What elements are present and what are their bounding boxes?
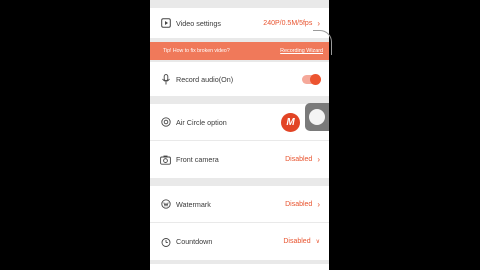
video-icon bbox=[160, 18, 171, 29]
record-audio-label: Record audio(On) bbox=[176, 74, 234, 84]
front-camera-row[interactable]: Front camera Disabled › bbox=[150, 141, 329, 178]
countdown-row[interactable]: Countdown Disabled ∨ bbox=[150, 223, 329, 260]
front-camera-value: Disabled bbox=[285, 156, 313, 163]
chevron-down-icon: ∨ bbox=[315, 239, 320, 245]
tip-text: Tip! How to fix broken video? bbox=[163, 48, 230, 54]
chevron-right-icon: › bbox=[317, 199, 320, 209]
countdown-value: Disabled bbox=[283, 238, 311, 245]
countdown-label: Countdown bbox=[176, 237, 213, 246]
chevron-right-icon: › bbox=[317, 155, 320, 164]
next-row-partial bbox=[150, 264, 329, 270]
floating-bubble-icon bbox=[309, 109, 325, 125]
video-settings-label: Video settings bbox=[176, 18, 222, 28]
timer-icon bbox=[160, 236, 171, 247]
watermark-value: Disabled bbox=[285, 200, 313, 208]
watermark-icon bbox=[160, 199, 171, 210]
air-circle-row[interactable]: Air Circle option M bbox=[150, 104, 329, 140]
record-audio-toggle[interactable] bbox=[302, 73, 321, 85]
tip-banner: Tip! How to fix broken video? Recording … bbox=[150, 42, 329, 60]
toggle-knob bbox=[310, 73, 321, 85]
settings-screen: Video settings 240P/0.5M/5fps › Tip! How… bbox=[150, 0, 329, 270]
video-settings-row[interactable]: Video settings 240P/0.5M/5fps › bbox=[150, 8, 329, 38]
app-logo-letter: M bbox=[286, 116, 295, 128]
front-camera-label: Front camera bbox=[176, 155, 219, 164]
edge-decoration bbox=[313, 30, 332, 55]
air-circle-label: Air Circle option bbox=[176, 117, 227, 127]
camera-icon bbox=[160, 154, 171, 165]
video-settings-value: 240P/0.5M/5fps bbox=[263, 19, 313, 27]
chevron-right-icon: › bbox=[317, 18, 320, 28]
app-logo-icon: M bbox=[281, 112, 300, 132]
watermark-row[interactable]: Watermark Disabled › bbox=[150, 186, 329, 222]
microphone-icon bbox=[160, 73, 171, 85]
air-circle-icon bbox=[160, 117, 171, 128]
record-audio-row: Record audio(On) bbox=[150, 62, 329, 96]
watermark-label: Watermark bbox=[176, 199, 211, 209]
floating-bubble[interactable] bbox=[305, 103, 329, 131]
